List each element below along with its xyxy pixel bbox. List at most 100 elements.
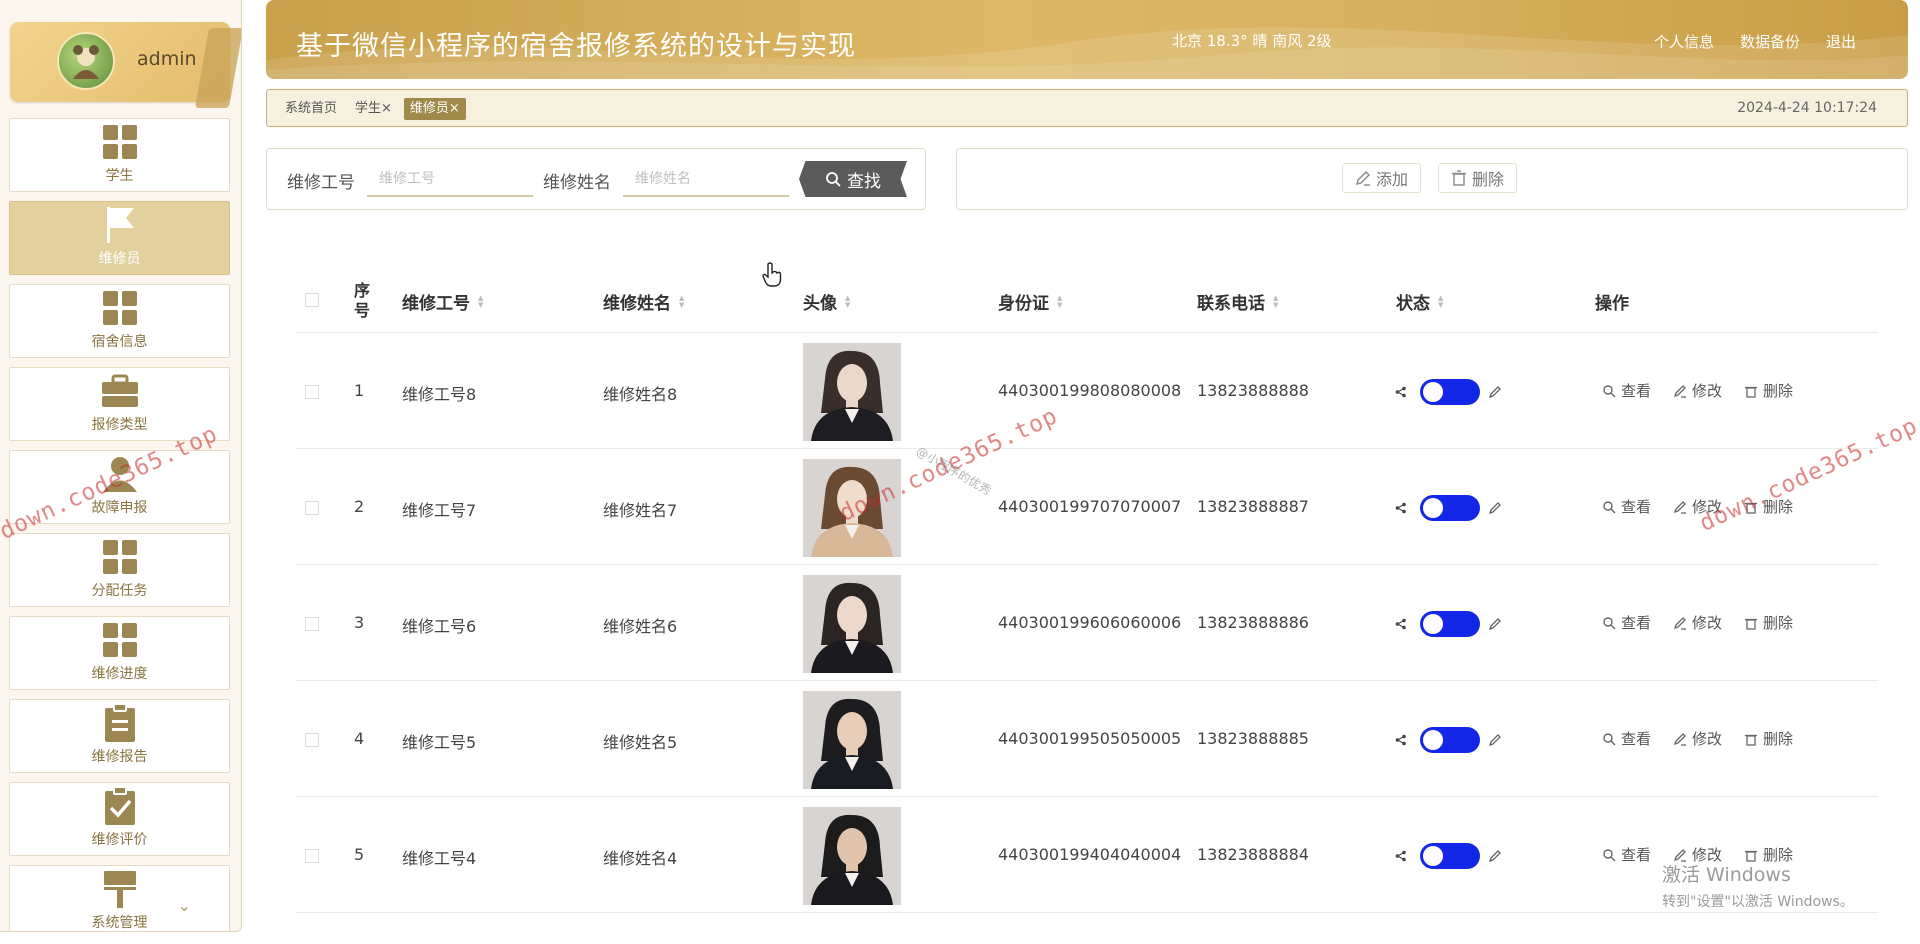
- view-button-label: 查看: [1621, 382, 1652, 400]
- share-icon[interactable]: [1395, 850, 1407, 862]
- backup-link[interactable]: 数据备份: [1740, 31, 1800, 52]
- col-avatar-label: 头像: [803, 294, 837, 314]
- edit-button[interactable]: 修改: [1673, 612, 1722, 633]
- share-icon[interactable]: [1395, 734, 1407, 746]
- row-worker-id: 维修工号6: [402, 617, 477, 636]
- row-seq: 2: [354, 497, 365, 516]
- toggle-knob: [1423, 498, 1443, 518]
- add-button[interactable]: 添加: [1342, 163, 1422, 193]
- toggle-knob: [1423, 614, 1443, 634]
- view-button[interactable]: 查看: [1602, 380, 1651, 401]
- grid-icon: [101, 123, 139, 161]
- row-checkbox[interactable]: [305, 385, 319, 399]
- logout-link[interactable]: 退出: [1826, 31, 1856, 52]
- share-icon[interactable]: [1395, 618, 1407, 630]
- profile-link[interactable]: 个人信息: [1654, 31, 1714, 52]
- sidebar-item-label: 维修员: [98, 251, 141, 267]
- view-button[interactable]: 查看: [1602, 844, 1651, 865]
- chevron-down-icon[interactable]: ⌄: [178, 896, 191, 915]
- row-seq: 4: [354, 729, 365, 748]
- col-id-card[interactable]: 身份证 ▲ ▼: [998, 289, 1062, 314]
- tab-home[interactable]: 系统首页: [279, 98, 343, 120]
- sort-icon[interactable]: ▲ ▼: [1438, 294, 1443, 309]
- row-phone: 13823888885: [1197, 729, 1309, 748]
- view-button[interactable]: 查看: [1602, 728, 1651, 749]
- col-worker-name[interactable]: 维修姓名 ▲ ▼: [603, 289, 684, 314]
- worker-id-label: 维修工号: [287, 173, 355, 193]
- view-button[interactable]: 查看: [1602, 612, 1651, 633]
- avatar[interactable]: [57, 32, 115, 90]
- select-all-checkbox[interactable]: [305, 293, 319, 307]
- worker-id-input[interactable]: [367, 161, 533, 197]
- grid-icon: [101, 538, 139, 576]
- share-icon[interactable]: [1395, 386, 1407, 398]
- pencil-icon[interactable]: [1488, 385, 1502, 399]
- worker-name-input[interactable]: [623, 161, 789, 197]
- clipboard-icon: [101, 703, 139, 742]
- sort-icon[interactable]: ▲ ▼: [478, 294, 483, 309]
- row-checkbox[interactable]: [305, 617, 319, 631]
- status-toggle[interactable]: [1420, 379, 1480, 405]
- status-toggle[interactable]: [1420, 495, 1480, 521]
- delete-row-button[interactable]: 删除: [1744, 612, 1793, 633]
- sidebar-item-label: 维修评价: [91, 832, 148, 848]
- row-phone: 13823888886: [1197, 613, 1309, 632]
- status-toggle[interactable]: [1420, 727, 1480, 753]
- edit-button[interactable]: 修改: [1673, 380, 1722, 401]
- row-checkbox[interactable]: [305, 849, 319, 863]
- tab-repairmen[interactable]: 维修员×: [403, 98, 466, 120]
- sort-icon[interactable]: ▲ ▼: [1273, 294, 1278, 309]
- pencil-icon[interactable]: [1488, 849, 1502, 863]
- tab-students[interactable]: 学生×: [349, 98, 398, 120]
- row-checkbox[interactable]: [305, 501, 319, 515]
- windows-activation-notice: 激活 Windows 转到"设置"以激活 Windows。: [1662, 860, 1854, 911]
- delete-row-button[interactable]: 删除: [1744, 728, 1793, 749]
- delete-button[interactable]: 删除: [1438, 163, 1518, 193]
- share-icon[interactable]: [1395, 502, 1407, 514]
- col-avatar[interactable]: 头像 ▲ ▼: [803, 289, 850, 314]
- status-toggle[interactable]: [1420, 843, 1480, 869]
- sidebar-item-repair-review[interactable]: 维修评价: [9, 782, 230, 856]
- sidebar-item-repair-report[interactable]: 维修报告: [9, 699, 230, 773]
- avatar-photo[interactable]: [803, 691, 901, 789]
- pencil-icon[interactable]: [1488, 501, 1502, 515]
- person-photo-icon: [803, 807, 901, 905]
- user-card[interactable]: admin: [10, 22, 241, 108]
- sidebar-item-repairmen[interactable]: 维修员: [9, 201, 230, 275]
- sort-icon[interactable]: ▲ ▼: [679, 294, 684, 309]
- flag-icon: [101, 206, 139, 244]
- view-button[interactable]: 查看: [1602, 496, 1651, 517]
- sidebar-item-label: 系统管理: [91, 915, 148, 931]
- search-button[interactable]: 查找: [799, 161, 907, 197]
- avatar-photo[interactable]: [803, 575, 901, 673]
- sidebar-item-repair-progress[interactable]: 维修进度: [9, 616, 230, 690]
- sidebar-item-dorm-info[interactable]: 宿舍信息: [9, 284, 230, 358]
- sidebar-item-label: 宿舍信息: [91, 334, 148, 350]
- person-photo-icon: [803, 691, 901, 789]
- sidebar-item-students[interactable]: 学生: [9, 118, 230, 192]
- sort-icon[interactable]: ▲ ▼: [845, 294, 850, 309]
- sidebar-item-system-admin[interactable]: 系统管理 ⌄: [9, 865, 230, 931]
- delete-row-button[interactable]: 删除: [1744, 380, 1793, 401]
- edit-button-label: 修改: [1692, 614, 1723, 632]
- row-checkbox[interactable]: [305, 733, 319, 747]
- pencil-icon[interactable]: [1488, 733, 1502, 747]
- col-status[interactable]: 状态 ▲ ▼: [1396, 289, 1443, 314]
- row-seq: 3: [354, 613, 365, 632]
- sign-icon: [101, 870, 139, 908]
- repairmen-table: 序号 维修工号 ▲ ▼ 维修姓名 ▲ ▼ 头像 ▲ ▼ 身份证 ▲ ▼ 联系电话 ▲ ▼ 状态 ▲ ▼ …: [296, 265, 1878, 944]
- avatar-photo[interactable]: [803, 343, 901, 441]
- sort-icon[interactable]: ▲ ▼: [1057, 294, 1062, 309]
- sidebar-item-assign-tasks[interactable]: 分配任务: [9, 533, 230, 607]
- avatar-photo[interactable]: [803, 807, 901, 905]
- col-phone[interactable]: 联系电话 ▲ ▼: [1197, 289, 1278, 314]
- pencil-icon[interactable]: [1488, 617, 1502, 631]
- status-toggle[interactable]: [1420, 611, 1480, 637]
- trash-icon: [1452, 170, 1466, 186]
- row-id-card: 440300199404040004: [998, 845, 1182, 864]
- col-worker-id-label: 维修工号: [402, 294, 470, 314]
- edit-button[interactable]: 修改: [1673, 728, 1722, 749]
- toggle-knob: [1423, 846, 1443, 866]
- col-worker-id[interactable]: 维修工号 ▲ ▼: [402, 289, 483, 314]
- row-actions: 查看 修改 删除: [1602, 380, 1793, 401]
